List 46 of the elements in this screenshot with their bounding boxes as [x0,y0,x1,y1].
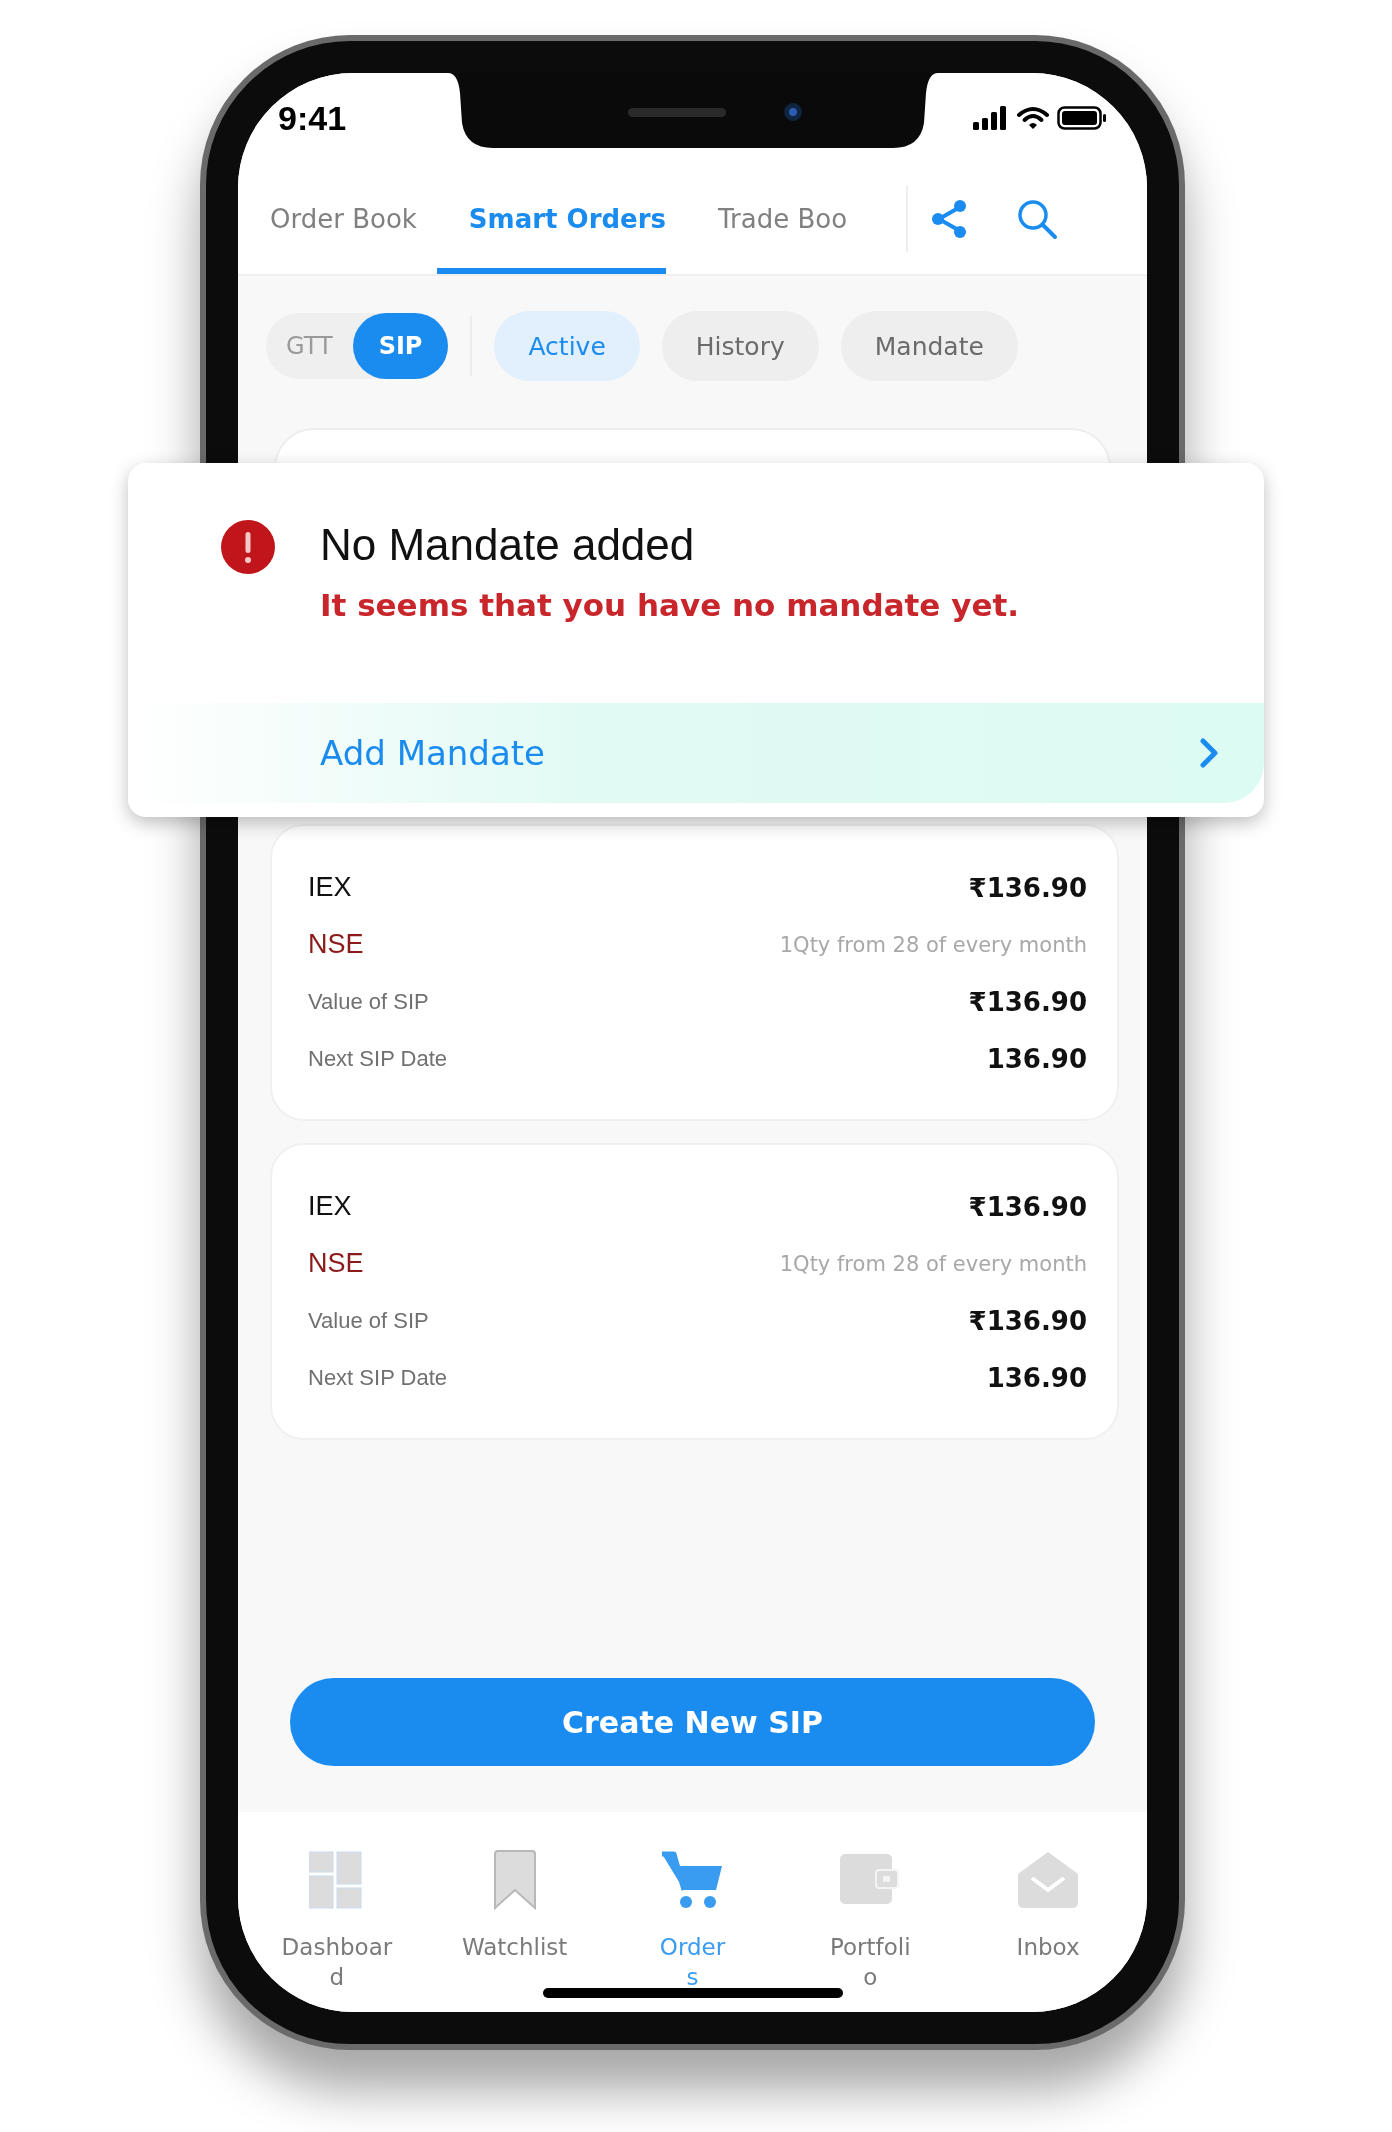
chevron-right-icon [1200,738,1218,768]
date-label: Next SIP Date [308,1045,447,1072]
signal-icon [973,106,1009,130]
value-text: ₹136.90 [968,1305,1087,1336]
tab[interactable]: Order Book [238,163,417,274]
status-time: 9:41 [278,98,347,138]
date-text: 136.90 [986,1362,1087,1393]
nav-item[interactable]: Order s [612,1812,773,2012]
battery-icon [1057,106,1107,130]
schedule-text: 1Qty from 28 of every month [779,932,1087,957]
sip-card[interactable]: IEX ₹136.90 NSE 1Qty from 28 of every month Value of SIP ₹136.90 Next SIP Date 136.90 [270,1143,1119,1440]
value-label: Value of SIP [308,1307,429,1334]
create-sip-button[interactable]: Create New SIP [290,1678,1095,1766]
tab[interactable]: Smart Orders [436,163,666,274]
cart-icon [660,1850,725,1910]
value-text: ₹136.90 [968,986,1087,1017]
date-text: 136.90 [986,1043,1087,1074]
alert-title: No Mandate added [320,519,696,571]
nav-item[interactable]: Watchlist [434,1812,595,2012]
filter-chip[interactable]: History [661,311,819,381]
wifi-icon [1017,106,1049,130]
search-icon[interactable] [1016,197,1058,240]
nav-item[interactable]: Inbox [968,1812,1129,2012]
tab[interactable]: Trade Boo [686,163,848,274]
nav-item[interactable]: Portfoli o [790,1812,951,2012]
date-label: Next SIP Date [308,1364,447,1391]
exchange-text: NSE [308,929,364,960]
price-text: ₹136.90 [968,872,1087,903]
segment-toggle[interactable]: GTT [266,313,353,379]
dashboard-icon [308,1850,365,1910]
value-label: Value of SIP [308,988,429,1015]
sip-card[interactable]: IEX ₹136.90 NSE 1Qty from 28 of every month Value of SIP ₹136.90 Next SIP Date 136.90 [270,824,1119,1121]
schedule-text: 1Qty from 28 of every month [779,1251,1087,1276]
add-mandate-link[interactable]: Add Mandate [128,703,1264,803]
filter-chip[interactable]: Mandate [840,311,1018,381]
bookmark-icon [492,1850,537,1910]
symbol-text: IEX [308,872,352,903]
segment-toggle[interactable]: SIP [352,313,449,379]
alert-message: It seems that you have no mandate yet. [320,587,1019,623]
nav-item[interactable]: Dashboar d [256,1812,417,2012]
exchange-text: NSE [308,1248,364,1279]
filter-chip[interactable]: Active [494,311,640,381]
error-icon [220,519,276,575]
mail-icon [1018,1850,1079,1910]
symbol-text: IEX [308,1191,352,1222]
price-text: ₹136.90 [968,1191,1087,1222]
